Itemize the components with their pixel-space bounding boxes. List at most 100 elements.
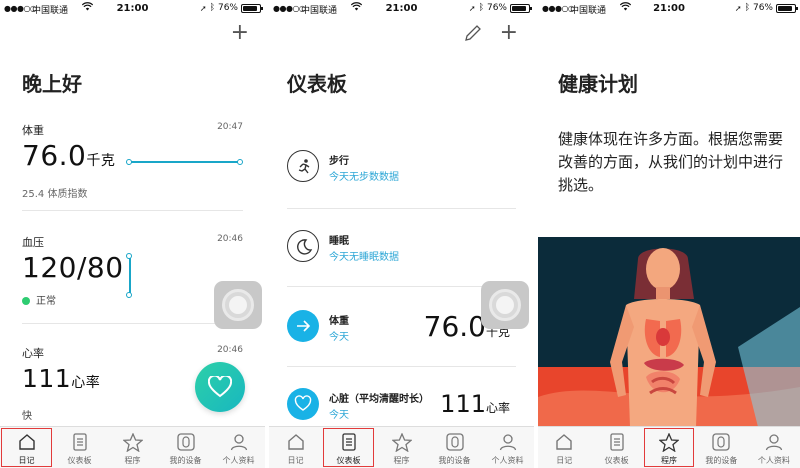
tab-diary[interactable]: 日记: [538, 427, 590, 468]
star-icon: [391, 432, 412, 452]
star-icon: [659, 432, 680, 452]
tab-dashboard[interactable]: 仪表板: [53, 427, 106, 468]
device-icon: [445, 433, 464, 451]
tab-my-devices[interactable]: 我的设备: [695, 427, 747, 468]
bp-status-row: 正常: [22, 292, 243, 307]
bluetooth-icon: ᛒ: [209, 3, 215, 13]
tab-label: 我的设备: [705, 456, 738, 465]
heart-unit: 心率: [485, 401, 510, 415]
tab-bar: 日记 仪表板 程序 我的设备 个人资料: [538, 426, 800, 468]
heart-value-row: 111心率: [440, 390, 510, 418]
weight-value: 76.0: [423, 310, 486, 343]
star-icon: [122, 432, 143, 452]
weight-title: 体重: [329, 316, 349, 327]
tab-dashboard[interactable]: 仪表板: [322, 427, 375, 468]
walk-title: 步行: [329, 156, 349, 167]
location-icon: ➚: [199, 3, 207, 13]
location-icon: ➚: [734, 3, 742, 13]
tab-programs[interactable]: 程序: [643, 427, 695, 468]
tab-programs[interactable]: 程序: [375, 427, 428, 468]
page-title: 仪表板: [287, 72, 347, 96]
tab-profile[interactable]: 个人资料: [481, 427, 534, 468]
tab-profile[interactable]: 个人资料: [748, 427, 800, 468]
document-icon: [72, 433, 87, 451]
bmi-text: 25.4 体质指数: [22, 189, 88, 200]
device-icon: [176, 433, 195, 451]
tab-label: 日记: [556, 456, 573, 465]
bp-time: 20:46: [217, 234, 243, 244]
battery-icon: [241, 3, 263, 13]
tab-programs[interactable]: 程序: [106, 427, 159, 468]
weight-unit: 千克: [86, 153, 116, 169]
bluetooth-icon: ᛒ: [744, 3, 750, 13]
hr-value: 111: [22, 364, 72, 393]
home-icon: [556, 434, 572, 450]
anatomy-illustration: [538, 237, 800, 427]
heart-title: 心脏（平均清醒时长）: [329, 394, 429, 405]
weight-trend-point: [126, 159, 132, 165]
tab-label: 仪表板: [67, 456, 92, 465]
bp-entry[interactable]: 血压 20:46 120/80 正常: [22, 234, 243, 307]
tab-profile[interactable]: 个人资料: [212, 427, 265, 468]
diary-screen: ●●●○○ 中国联通 21:00 ➚ ᛒ 76% + 晚上好 体重 20:47 …: [0, 0, 265, 468]
tab-label: 仪表板: [604, 456, 629, 465]
weight-trend-point: [237, 159, 243, 165]
tab-my-devices[interactable]: 我的设备: [159, 427, 212, 468]
document-icon: [609, 433, 624, 451]
assistive-touch-button[interactable]: [214, 281, 262, 329]
weight-desc: 今天: [329, 332, 349, 343]
battery-percent: 76%: [486, 3, 507, 13]
arrow-right-icon: [287, 310, 319, 342]
tab-label: 程序: [124, 456, 141, 465]
add-icon[interactable]: +: [231, 22, 249, 44]
person-icon: [499, 434, 516, 451]
tab-label: 个人资料: [222, 456, 255, 465]
add-icon[interactable]: +: [500, 22, 518, 44]
bp-range-point: [126, 253, 132, 259]
sleep-desc: 今天无睡眠数据: [329, 252, 399, 263]
assistive-touch-button[interactable]: [481, 281, 529, 329]
divider: [22, 210, 243, 211]
tab-label: 个人资料: [491, 456, 524, 465]
sleep-title: 睡眠: [329, 236, 349, 247]
bp-status: 正常: [36, 296, 56, 307]
page-title: 晚上好: [22, 72, 82, 96]
battery-percent: 76%: [217, 3, 238, 13]
document-icon: [341, 433, 356, 451]
dashboard-screen: ●●●○○ 中国联通 21:00 ➚ ᛒ 76% + 仪表板 步行 今天无步数数…: [269, 0, 534, 468]
device-icon: [712, 433, 731, 451]
sleep-row[interactable]: 睡眠 今天无睡眠数据: [287, 218, 516, 278]
tab-label: 仪表板: [336, 456, 361, 465]
bp-value: 120/80: [22, 251, 124, 284]
tab-label: 程序: [661, 456, 678, 465]
heart-fab-button[interactable]: [195, 362, 245, 412]
tab-my-devices[interactable]: 我的设备: [428, 427, 481, 468]
battery-icon: [776, 3, 798, 13]
hr-time: 20:46: [217, 345, 243, 355]
divider: [287, 208, 516, 209]
location-icon: ➚: [468, 3, 476, 13]
status-dot: [22, 297, 30, 305]
bp-range-point: [126, 292, 132, 298]
tab-dashboard[interactable]: 仪表板: [590, 427, 642, 468]
bp-range-line: [129, 257, 131, 296]
tab-label: 程序: [393, 456, 410, 465]
battery-icon: [510, 3, 532, 13]
status-bar: ●●●○○ 中国联通 21:00 ➚ ᛒ 76%: [269, 0, 534, 18]
heart-desc: 今天: [329, 410, 349, 421]
divider: [287, 366, 516, 367]
walk-desc: 今天无步数数据: [329, 172, 399, 183]
tab-diary[interactable]: 日记: [0, 427, 53, 468]
walk-row[interactable]: 步行 今天无步数数据: [287, 138, 516, 198]
page-title: 健康计划: [558, 72, 638, 96]
heart-icon: [287, 388, 319, 420]
divider: [22, 323, 243, 324]
tab-diary[interactable]: 日记: [269, 427, 322, 468]
tab-bar: 日记 仪表板 程序 我的设备 个人资料: [0, 426, 265, 468]
person-icon: [230, 434, 247, 451]
edit-icon[interactable]: [464, 24, 482, 47]
bp-label: 血压: [22, 236, 44, 249]
tab-label: 日记: [18, 456, 35, 465]
weight-trend-line: [129, 161, 241, 163]
weight-label: 体重: [22, 124, 44, 137]
